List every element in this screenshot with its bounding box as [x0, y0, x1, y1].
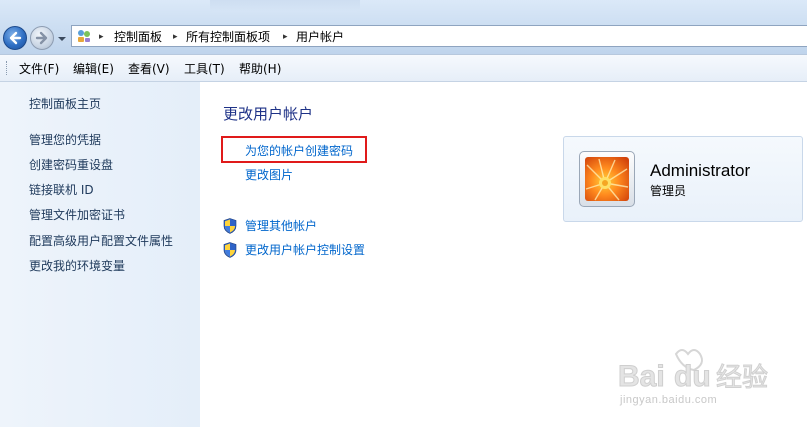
- blurred-title-area: [210, 0, 360, 12]
- arrow-left-icon: [9, 31, 22, 45]
- menu-edit[interactable]: 编辑(E): [73, 61, 114, 77]
- sidebar-item-control-panel-home[interactable]: 控制面板主页: [29, 96, 101, 112]
- menu-bar: 文件(F) 编辑(E) 查看(V) 工具(T) 帮助(H): [0, 54, 807, 82]
- svg-text:经验: 经验: [716, 363, 768, 393]
- menu-grip: [6, 61, 9, 75]
- sidebar-item-encryption-certs[interactable]: 管理文件加密证书: [29, 207, 125, 223]
- page-title: 更改用户帐户: [223, 105, 314, 123]
- svg-text:Bai: Bai: [618, 360, 665, 393]
- menu-view[interactable]: 查看(V): [128, 61, 170, 77]
- breadcrumb-control-panel[interactable]: 控制面板: [114, 29, 162, 45]
- address-field[interactable]: ▸ 控制面板 ▸ 所有控制面板项 ▸ 用户帐户: [71, 25, 807, 47]
- breadcrumb-separator[interactable]: ▸: [99, 29, 104, 45]
- arrow-right-icon: [35, 31, 48, 45]
- sidebar-item-advanced-profile[interactable]: 配置高级用户配置文件属性: [29, 233, 173, 249]
- uac-settings-link[interactable]: 更改用户帐户控制设置: [245, 242, 365, 258]
- avatar: [579, 151, 635, 207]
- breadcrumb-user-accounts[interactable]: 用户帐户: [296, 29, 344, 45]
- control-panel-icon: [78, 30, 90, 42]
- sidebar-item-manage-credentials[interactable]: 管理您的凭据: [29, 132, 101, 148]
- menu-tools[interactable]: 工具(T): [184, 61, 225, 77]
- address-toolbar: ▸ 控制面板 ▸ 所有控制面板项 ▸ 用户帐户: [0, 0, 807, 54]
- account-role: 管理员: [650, 184, 687, 198]
- sidebar-item-password-reset-disk[interactable]: 创建密码重设盘: [29, 157, 113, 173]
- menu-file[interactable]: 文件(F): [19, 61, 59, 77]
- forward-button[interactable]: [30, 26, 54, 50]
- breadcrumb-all-items[interactable]: 所有控制面板项: [186, 29, 270, 45]
- watermark-url: jingyan.baidu.com: [620, 394, 718, 406]
- sidebar-item-environment-variables[interactable]: 更改我的环境变量: [29, 258, 125, 274]
- breadcrumb-separator[interactable]: ▸: [173, 29, 178, 45]
- breadcrumb-separator[interactable]: ▸: [283, 29, 288, 45]
- recent-pages-dropdown-icon[interactable]: [57, 34, 67, 44]
- change-picture-link[interactable]: 更改图片: [245, 167, 293, 183]
- sidebar-item-link-online-id[interactable]: 链接联机 ID: [29, 182, 94, 198]
- flower-avatar-image: [585, 157, 629, 201]
- menu-help[interactable]: 帮助(H): [239, 61, 281, 77]
- svg-text:du: du: [674, 360, 711, 393]
- back-button[interactable]: [3, 26, 27, 50]
- uac-shield-icon: [223, 242, 237, 258]
- account-card: Administrator 管理员: [563, 136, 803, 222]
- account-name: Administrator: [650, 161, 751, 180]
- create-password-link[interactable]: 为您的帐户创建密码: [245, 143, 353, 159]
- manage-other-accounts-link[interactable]: 管理其他帐户: [245, 218, 317, 234]
- uac-shield-icon: [223, 218, 237, 234]
